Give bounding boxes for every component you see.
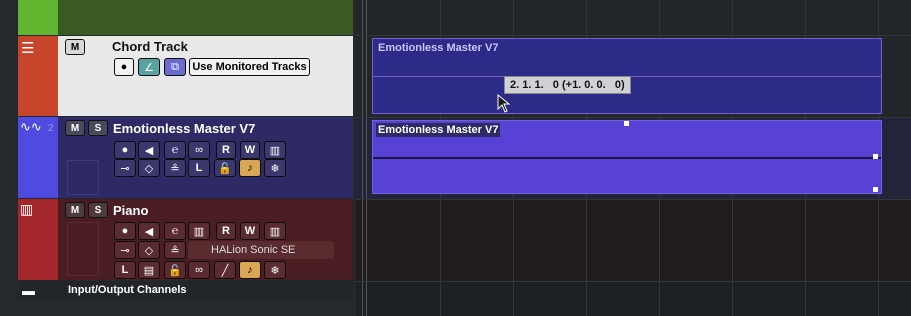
mouse-cursor-icon: [497, 94, 511, 113]
eq-icon[interactable]: ≗: [164, 241, 186, 259]
waveform-icon: ∿∿: [20, 119, 42, 134]
volume-handle[interactable]: [624, 121, 629, 126]
pan-icon[interactable]: ⊸: [114, 241, 136, 259]
track-io-folder[interactable]: ▬ Input/Output Channels: [18, 281, 353, 301]
read-button[interactable]: R: [216, 141, 236, 159]
pan-icon[interactable]: ⊸: [114, 159, 136, 177]
record-button[interactable]: ●: [114, 58, 134, 76]
track-name: Emotionless Master V7: [113, 121, 256, 136]
pen-icon[interactable]: ╱: [214, 261, 236, 279]
track-color-strip: ▥: [18, 199, 58, 280]
track-color-strip: [18, 0, 58, 35]
l-button[interactable]: L: [188, 159, 210, 177]
track-list: ☰ M Chord Track ● ∠ ⧉ Use Monitored Trac…: [0, 0, 362, 316]
track-name: Chord Track: [112, 39, 188, 54]
waveform-centerline: [373, 157, 881, 159]
read-button[interactable]: R: [216, 222, 236, 240]
track-visual-box: [67, 160, 99, 195]
voicing-icon[interactable]: ⧉: [164, 58, 186, 76]
position-tooltip: 2. 1. 1. 0 (+1. 0. 0. 0): [504, 76, 631, 94]
track-color-strip: ☰: [18, 36, 58, 116]
monitor-icon[interactable]: ◀: [138, 222, 160, 240]
track-color-strip: ∿∿ 2: [18, 117, 58, 198]
solo-button[interactable]: S: [88, 120, 108, 136]
folder-icon: ▬: [22, 283, 35, 298]
folder-label: Input/Output Channels: [68, 284, 187, 296]
mute-button[interactable]: M: [65, 120, 85, 136]
lanes-icon[interactable]: ▥: [264, 141, 286, 159]
audio-event-part[interactable]: Emotionless Master V7: [372, 120, 882, 194]
project-area[interactable]: Emotionless Master V7 Emotionless Master…: [356, 0, 911, 316]
resize-handle[interactable]: [873, 187, 878, 192]
track-number: 2: [48, 123, 54, 134]
list-icon[interactable]: ▤: [138, 261, 160, 279]
track-name: Piano: [113, 203, 149, 218]
link-icon[interactable]: ∞: [188, 141, 210, 159]
musical-mode-icon[interactable]: ♪: [239, 159, 261, 177]
edit-icon[interactable]: ℮: [164, 141, 186, 159]
record-button[interactable]: ●: [114, 222, 136, 240]
write-button[interactable]: W: [240, 141, 260, 159]
chord-assistant-icon[interactable]: ∠: [138, 58, 160, 76]
track-top-partial[interactable]: [18, 0, 353, 35]
mute-button[interactable]: M: [65, 39, 85, 55]
diamond-icon[interactable]: ◇: [138, 159, 160, 177]
instrument-edit-icon[interactable]: ▥: [188, 222, 210, 240]
track-instrument[interactable]: ▥ M S Piano ● ◀ ℮ ▥ R W ▥ ⊸ ◇ ≗ HALion S…: [18, 199, 353, 280]
diamond-icon[interactable]: ◇: [138, 241, 160, 259]
splitter-handle[interactable]: ⋮: [352, 158, 362, 182]
link-icon[interactable]: ∞: [188, 261, 210, 279]
mute-button[interactable]: M: [65, 202, 85, 218]
solo-button[interactable]: S: [88, 202, 108, 218]
part-title: Emotionless Master V7: [376, 123, 501, 137]
track-visual-box: [67, 222, 99, 276]
piano-icon: ▥: [20, 201, 34, 217]
record-button[interactable]: ●: [114, 141, 136, 159]
eq-icon[interactable]: ≗: [164, 159, 186, 177]
part-title: Emotionless Master V7: [378, 42, 499, 54]
chord-track-icon: ☰: [21, 40, 35, 57]
freeze-icon[interactable]: ❄: [264, 159, 286, 177]
musical-mode-icon[interactable]: ♪: [239, 261, 261, 279]
lock-icon[interactable]: 🔓: [214, 159, 236, 177]
track-chord[interactable]: ☰ M Chord Track ● ∠ ⧉ Use Monitored Trac…: [18, 36, 353, 116]
use-monitored-tracks-button[interactable]: Use Monitored Tracks: [189, 58, 310, 76]
edit-icon[interactable]: ℮: [164, 222, 186, 240]
instrument-selector[interactable]: HALion Sonic SE: [188, 241, 334, 259]
lanes-icon[interactable]: ▥: [264, 222, 286, 240]
monitor-icon[interactable]: ◀: [138, 141, 160, 159]
track-audio[interactable]: ∿∿ 2 M S Emotionless Master V7 ● ◀ ℮ ∞ R…: [18, 117, 353, 198]
lock-icon[interactable]: 🔓: [164, 261, 186, 279]
freeze-icon[interactable]: ❄: [264, 261, 286, 279]
write-button[interactable]: W: [240, 222, 260, 240]
fade-handle[interactable]: [873, 154, 878, 159]
l-button[interactable]: L: [114, 261, 136, 279]
